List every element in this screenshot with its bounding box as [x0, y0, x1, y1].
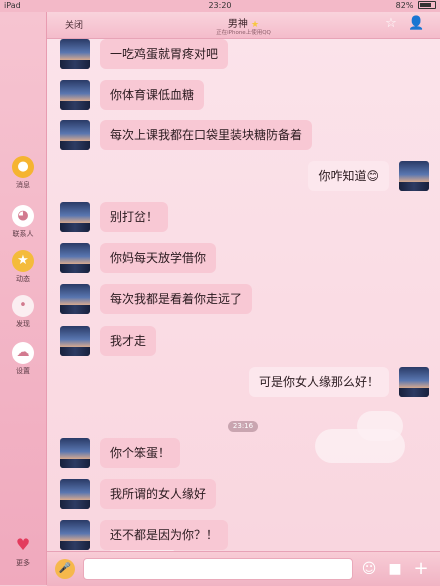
message-bubble[interactable]: 还不都是因为你？！: [100, 520, 229, 550]
message-bubble[interactable]: 我才走: [100, 326, 157, 356]
sidebar-item-messages[interactable]: ● 消息: [0, 156, 46, 190]
bunny-discover-icon: •: [12, 295, 34, 317]
sidebar-item-more[interactable]: ♥ 更多: [0, 534, 46, 568]
status-bar: iPad 23:20 82%: [0, 0, 440, 12]
star-icon[interactable]: ☆: [383, 16, 399, 32]
sidebar-item-label: 设置: [16, 367, 30, 375]
message-bubble[interactable]: 一吃鸡蛋就胃疼对吧: [100, 39, 229, 69]
cloud-settings-icon: ☁: [12, 342, 34, 364]
message-bubble[interactable]: 可是你女人缘那么好！: [248, 367, 389, 397]
online-status: 正在iPhone上使用QQ: [216, 30, 271, 36]
avatar[interactable]: [60, 120, 90, 150]
battery-icon: [418, 1, 436, 9]
message-input[interactable]: [83, 558, 353, 580]
sidebar-item-label: 发现: [16, 320, 30, 328]
message-bubble[interactable]: 别打岔！: [100, 202, 169, 232]
avatar[interactable]: [60, 284, 90, 314]
sidebar-item-discover[interactable]: • 发现: [0, 295, 46, 329]
message-row: 你咋知道😊: [307, 161, 429, 191]
message-bubble[interactable]: 你个笨蛋！: [100, 438, 181, 468]
avatar[interactable]: [60, 39, 90, 69]
sidebar: ● 消息 ◕ 联系人 ★ 动态 • 发现 ☁ 设置 ♥ 更多: [0, 12, 47, 585]
sidebar-item-label: 消息: [16, 181, 30, 189]
message-bubble[interactable]: 我所谓的女人缘好: [100, 479, 217, 509]
sidebar-item-contacts[interactable]: ◕ 联系人: [0, 205, 46, 239]
avatar[interactable]: [60, 326, 90, 356]
heart-more-icon: ♥: [15, 535, 31, 554]
avatar[interactable]: [60, 520, 90, 550]
message-bubble[interactable]: 每次上课我都在口袋里装块糖防备着: [100, 120, 313, 150]
duck-feed-icon: ★: [12, 250, 34, 272]
message-bubble[interactable]: 每次我都是看着你走远了: [100, 284, 253, 314]
avatar[interactable]: [60, 479, 90, 509]
message-bubble[interactable]: 你体育课低血糖: [100, 80, 205, 110]
profile-icon[interactable]: 👤: [408, 16, 424, 32]
sidebar-item-label: 联系人: [12, 230, 34, 238]
microphone-icon[interactable]: 🎤: [55, 559, 75, 579]
battery-indicator: 82%: [396, 1, 436, 10]
avatar[interactable]: [399, 161, 429, 191]
chat-header: 关闭 男神 ★ 正在iPhone上使用QQ ☆ 👤: [47, 12, 440, 39]
avatar[interactable]: [60, 243, 90, 273]
sidebar-item-label: 更多: [16, 559, 30, 567]
sidebar-item-feed[interactable]: ★ 动态: [0, 250, 46, 284]
battery-percent: 82%: [395, 1, 414, 10]
avatar[interactable]: [60, 438, 90, 468]
sidebar-item-label: 动态: [16, 275, 30, 283]
timestamp-badge: 23:16: [228, 421, 258, 432]
emoji-icon[interactable]: ☺: [359, 559, 379, 579]
message-list[interactable]: 一吃鸡蛋就胃疼对吧 你体育课低血糖 每次上课我都在口袋里装块糖防备着 你咋知道😊…: [47, 39, 440, 551]
sidebar-item-settings[interactable]: ☁ 设置: [0, 342, 46, 376]
duck-message-icon: ●: [12, 156, 34, 178]
message-row: 可是你女人缘那么好！: [237, 367, 429, 397]
input-bar: 🎤 ☺ ■ +: [47, 551, 440, 586]
video-call-icon[interactable]: ■: [385, 559, 405, 579]
avatar[interactable]: [60, 80, 90, 110]
message-bubble[interactable]: 你咋知道😊: [308, 161, 389, 191]
cat-contacts-icon: ◕: [12, 205, 34, 227]
message-bubble[interactable]: 你妈每天放学借你: [100, 243, 217, 273]
avatar[interactable]: [60, 202, 90, 232]
add-icon[interactable]: +: [411, 559, 431, 579]
clock: 23:20: [208, 1, 232, 10]
avatar[interactable]: [399, 367, 429, 397]
